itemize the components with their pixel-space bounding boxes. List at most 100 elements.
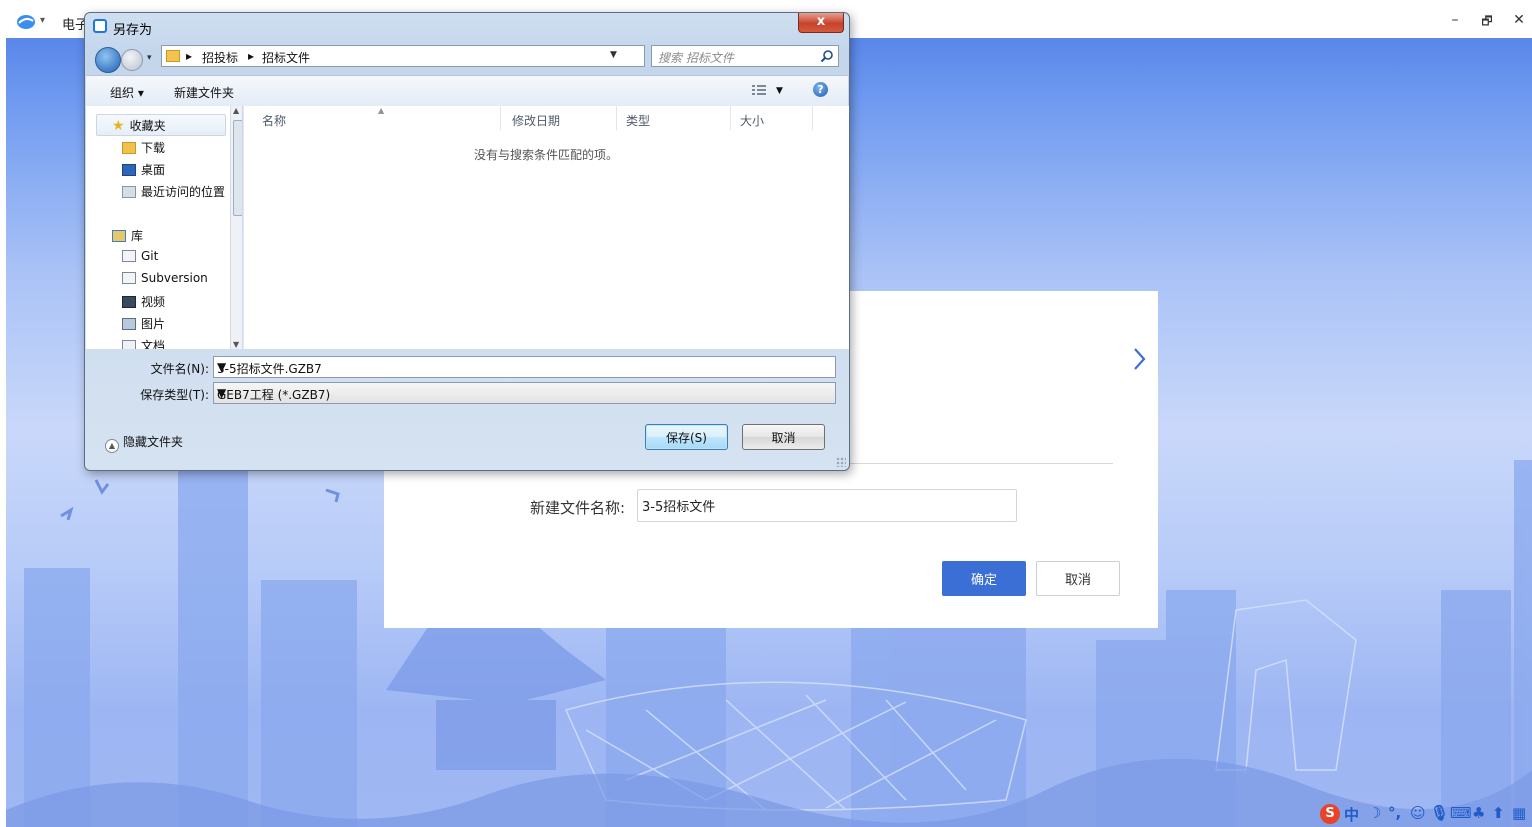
view-options-icon[interactable] [752, 84, 766, 96]
filename-combobox[interactable]: 3-5招标文件.GZB7 ▼ [213, 356, 836, 378]
panel-cancel-button[interactable]: 取消 [1036, 561, 1120, 596]
new-file-name-label: 新建文件名称: [530, 499, 626, 517]
resize-grip-icon[interactable] [836, 457, 846, 467]
dialog-toolbar: 组织 ▾ 新建文件夹 ▼ ? [86, 75, 848, 107]
nav-item-label: 桌面 [141, 163, 166, 177]
dialog-app-icon [93, 19, 107, 33]
address-bar[interactable]: ▸ 招投标 ▸ 招标文件 ▼ ⇆ [161, 45, 708, 67]
breadcrumb-zhaotoubiao[interactable]: 招投标 [202, 49, 238, 66]
column-divider[interactable] [500, 106, 501, 130]
organize-menu[interactable]: 组织 ▾ [110, 84, 144, 101]
column-divider[interactable] [616, 106, 617, 130]
document-library-icon [122, 340, 136, 349]
folder-icon [166, 50, 180, 62]
nav-item-label: Subversion [141, 271, 208, 285]
library-icon [112, 230, 126, 242]
app-logo-icon[interactable] [16, 14, 36, 30]
new-folder-button[interactable]: 新建文件夹 [174, 84, 234, 101]
emoji-icon[interactable]: ☺ [1410, 804, 1426, 822]
column-header-date[interactable]: 修改日期 [512, 112, 560, 129]
search-icon[interactable] [820, 49, 834, 63]
subversion-library-icon [122, 272, 136, 284]
nav-item-git[interactable]: Git [122, 249, 158, 263]
grid-icon[interactable]: ▦ [1512, 804, 1526, 822]
scroll-up-icon[interactable]: ▲ [233, 106, 239, 115]
hide-folders-toggle[interactable]: ▲ 隐藏文件夹 [105, 433, 183, 453]
hide-folders-label: 隐藏文件夹 [123, 435, 184, 449]
nav-scrollbar[interactable]: ▲ ▼ [230, 106, 242, 349]
forward-arrow-icon[interactable] [121, 49, 143, 71]
save-button[interactable]: 保存(S) [645, 424, 728, 450]
nav-item-videos[interactable]: 视频 [122, 293, 165, 310]
breadcrumb-separator-icon[interactable]: ▸ [248, 49, 254, 63]
save-as-dialog: 另存为 x ▾ ▸ 招投标 ▸ 招标文件 ▼ ⇆ 搜索 招标文件 组织 ▾ 新建… [84, 12, 850, 471]
nav-item-label: 最近访问的位置 [141, 185, 226, 199]
empty-results-message: 没有与搜索条件匹配的项。 [474, 148, 619, 162]
shirt-icon[interactable]: ⬆ [1492, 804, 1505, 822]
nav-item-desktop[interactable]: 桌面 [122, 161, 165, 178]
nav-item-label: Git [141, 249, 159, 263]
nav-item-label: 视频 [141, 295, 166, 309]
nav-libraries-label: 库 [131, 229, 144, 243]
filename-dropdown-icon[interactable]: ▼ [217, 360, 832, 374]
downloads-folder-icon [122, 142, 136, 154]
sort-indicator-icon: ▲ [378, 106, 385, 115]
chevron-right-icon[interactable] [1129, 344, 1149, 374]
search-box[interactable]: 搜索 招标文件 [651, 45, 839, 67]
nav-item-documents[interactable]: 文档 [122, 337, 165, 349]
column-divider[interactable] [812, 106, 813, 130]
close-button[interactable]: ✕ [1510, 12, 1528, 28]
column-header-name[interactable]: 名称 [262, 112, 286, 129]
filetype-select[interactable]: GEB7工程 (*.GZB7) ▼ [213, 382, 836, 404]
dialog-title: 另存为 [113, 23, 153, 38]
video-library-icon [122, 296, 136, 308]
nav-item-downloads[interactable]: 下载 [122, 139, 165, 156]
ime-toolbar: S 中 ☽ °, ☺ 🎙 ⌨ ♣ ⬆ ▦ [1320, 804, 1532, 826]
breadcrumb-separator-icon[interactable]: ▸ [186, 49, 192, 63]
sogou-icon[interactable]: S [1320, 804, 1340, 824]
history-dropdown-icon[interactable]: ▾ [147, 53, 152, 63]
nav-item-label: 下载 [141, 141, 166, 155]
help-icon[interactable]: ? [813, 82, 828, 97]
ime-mode-label[interactable]: 中 [1344, 804, 1359, 825]
filename-label: 文件名(N): [150, 362, 209, 376]
back-arrow-icon[interactable] [95, 47, 121, 73]
filetype-label: 保存类型(T): [140, 388, 209, 402]
nav-item-subversion[interactable]: Subversion [122, 271, 208, 285]
filetype-dropdown-icon[interactable]: ▼ [217, 386, 832, 400]
nav-libraries[interactable]: 库 [112, 227, 143, 244]
picture-library-icon [122, 318, 136, 330]
nav-favorites[interactable]: ★ 收藏夹 [112, 117, 166, 134]
minimize-button[interactable]: – [1446, 12, 1464, 28]
address-dropdown-icon[interactable]: ▼ [610, 50, 617, 60]
app-menu-caret-icon[interactable]: ▾ [40, 15, 45, 26]
star-icon: ★ [112, 118, 125, 134]
scrollbar-thumb[interactable] [233, 120, 242, 216]
navigation-pane: ★ 收藏夹 下载 桌面 最近访问的位置 库 Git Subversion 视频 图… [86, 106, 242, 349]
search-placeholder: 搜索 招标文件 [658, 51, 734, 65]
column-header-size[interactable]: 大小 [740, 112, 764, 129]
nav-item-label: 文档 [141, 339, 166, 349]
punctuation-icon[interactable]: °, [1388, 804, 1401, 822]
desktop-icon [122, 164, 136, 176]
moon-icon[interactable]: ☽ [1368, 804, 1381, 822]
confirm-button[interactable]: 确定 [942, 561, 1026, 596]
nav-item-pictures[interactable]: 图片 [122, 315, 165, 332]
column-header-type[interactable]: 类型 [626, 112, 650, 129]
nav-item-recent-places[interactable]: 最近访问的位置 [122, 183, 225, 200]
recent-places-icon [122, 186, 136, 198]
microphone-icon[interactable]: 🎙 [1430, 804, 1449, 822]
skin-icon[interactable]: ♣ [1472, 804, 1485, 822]
column-divider[interactable] [730, 106, 731, 130]
nav-favorites-label: 收藏夹 [129, 119, 166, 133]
scroll-down-icon[interactable]: ▼ [233, 340, 239, 349]
breadcrumb-zhaobiaowenjian[interactable]: 招标文件 [262, 49, 310, 66]
view-dropdown-icon[interactable]: ▼ [776, 86, 783, 96]
nav-item-label: 图片 [141, 317, 166, 331]
dialog-close-button[interactable]: x [798, 13, 844, 33]
dialog-cancel-button[interactable]: 取消 [742, 424, 825, 450]
collapse-up-icon: ▲ [105, 439, 119, 453]
new-file-name-input[interactable] [637, 489, 1017, 522]
keyboard-icon[interactable]: ⌨ [1450, 804, 1472, 822]
restore-button[interactable]: 🗗 [1478, 12, 1496, 33]
